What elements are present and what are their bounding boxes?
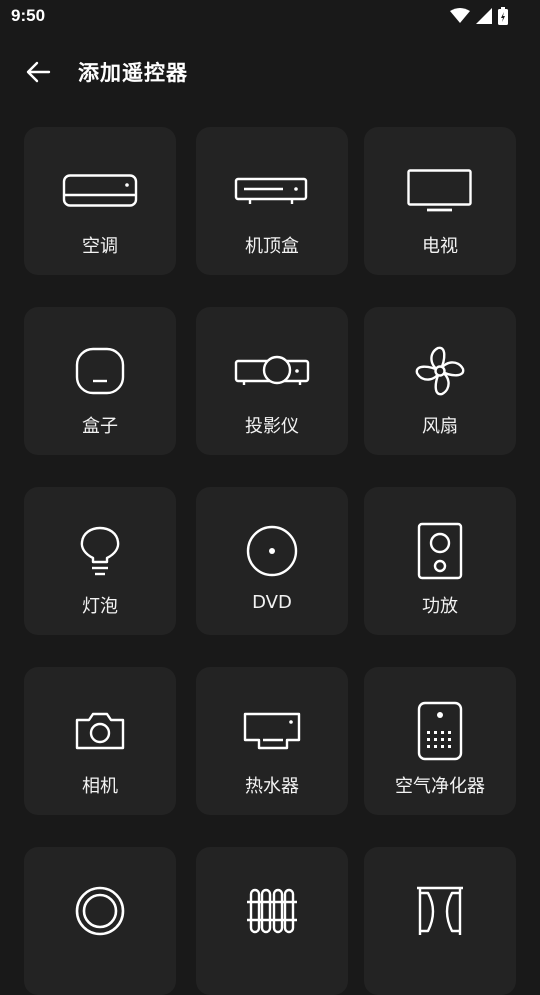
wifi-icon xyxy=(450,8,470,23)
device-card-heater[interactable] xyxy=(196,847,348,995)
device-label: 空气净化器 xyxy=(395,776,485,797)
back-button[interactable] xyxy=(18,54,58,90)
device-label: 相机 xyxy=(82,776,118,797)
device-card-air-conditioner[interactable]: 空调 xyxy=(24,127,176,275)
device-label: 投影仪 xyxy=(245,416,299,437)
device-card-water-heater[interactable]: 热水器 xyxy=(196,667,348,815)
device-card-camera[interactable]: 相机 xyxy=(24,667,176,815)
device-card-dvd[interactable]: DVD xyxy=(196,487,348,635)
device-card-tv[interactable]: 电视 xyxy=(364,127,516,275)
device-card-tv-box[interactable]: 盒子 xyxy=(24,307,176,455)
device-label: 灯泡 xyxy=(82,596,118,617)
status-icons xyxy=(450,5,508,27)
device-label: 风扇 xyxy=(422,416,458,437)
ring-icon xyxy=(24,885,176,937)
page-title: 添加遥控器 xyxy=(78,61,188,85)
speaker-icon xyxy=(364,522,516,580)
device-label: DVD xyxy=(252,592,292,613)
device-card-fan[interactable]: 风扇 xyxy=(364,307,516,455)
water-heater-icon xyxy=(196,705,348,757)
device-label: 机顶盒 xyxy=(245,236,299,257)
battery-icon xyxy=(498,7,508,25)
device-card-curtain[interactable] xyxy=(364,847,516,995)
camera-icon xyxy=(24,705,176,757)
set-top-box-icon xyxy=(196,165,348,217)
tv-box-icon xyxy=(24,345,176,397)
fan-icon xyxy=(364,345,516,397)
back-arrow-icon xyxy=(26,61,51,83)
device-card-light-bulb[interactable]: 灯泡 xyxy=(24,487,176,635)
air-purifier-icon xyxy=(364,701,516,761)
app-bar: 添加遥控器 xyxy=(0,42,540,102)
device-label: 空调 xyxy=(82,236,118,257)
status-bar: 9:50 xyxy=(0,0,540,34)
device-label: 热水器 xyxy=(245,776,299,797)
projector-icon xyxy=(196,345,348,397)
status-time: 9:50 xyxy=(11,6,46,25)
tv-icon xyxy=(364,165,516,217)
signal-icon xyxy=(476,8,492,24)
air-conditioner-icon xyxy=(24,165,176,217)
curtain-icon xyxy=(364,885,516,937)
device-card-speaker[interactable]: 功放 xyxy=(364,487,516,635)
dvd-icon xyxy=(196,525,348,577)
heater-icon xyxy=(196,885,348,937)
device-label: 功放 xyxy=(422,596,458,617)
device-label: 盒子 xyxy=(82,416,118,437)
device-card-ring[interactable] xyxy=(24,847,176,995)
device-label: 电视 xyxy=(422,236,458,257)
light-bulb-icon xyxy=(24,525,176,577)
device-card-air-purifier[interactable]: 空气净化器 xyxy=(364,667,516,815)
device-card-set-top-box[interactable]: 机顶盒 xyxy=(196,127,348,275)
device-card-projector[interactable]: 投影仪 xyxy=(196,307,348,455)
